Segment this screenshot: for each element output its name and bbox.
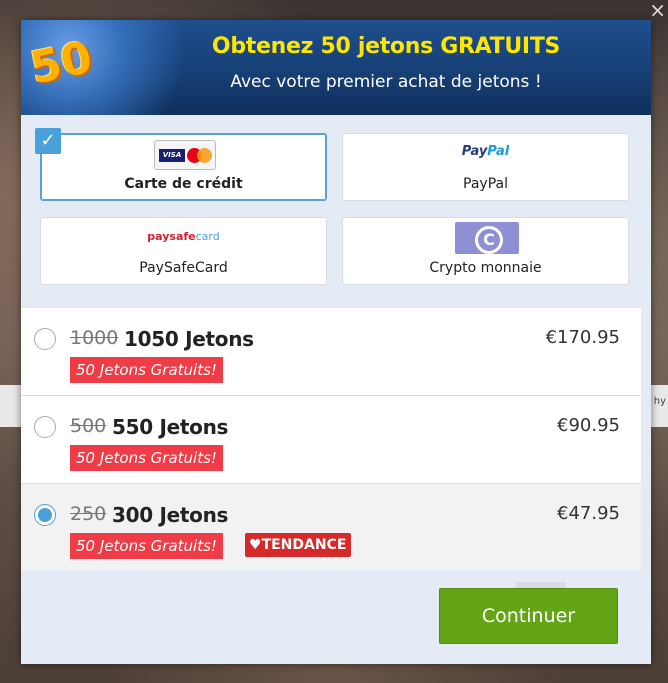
package-radio-selected[interactable]	[34, 504, 56, 526]
new-amount: 550 Jetons	[112, 415, 229, 439]
payment-method-crypto[interactable]: C Crypto monnaie	[342, 217, 629, 285]
payment-method-credit-card[interactable]: ✓ VISA Carte de crédit	[35, 128, 327, 201]
free-tokens-badge: 50 Jetons Gratuits!	[70, 445, 223, 471]
payment-method-paypal[interactable]: PayPal PayPal	[342, 133, 629, 201]
crypto-coin-glyph: C	[475, 226, 503, 254]
close-icon[interactable]: ×	[649, 0, 666, 22]
package-radio[interactable]	[34, 328, 56, 350]
mastercard-logo-right	[197, 148, 212, 163]
heart-icon: ♥	[249, 537, 262, 553]
old-amount: 250	[70, 503, 107, 525]
token-package-1050[interactable]: 1000 1050 Jetons €170.95 50 Jetons Gratu…	[21, 308, 641, 396]
trending-label: TENDANCE	[261, 537, 347, 553]
free-tokens-badge: 50 Jetons Gratuits!	[70, 533, 223, 559]
background-strip-left	[0, 385, 22, 427]
banner-subtitle: Avec votre premier achat de jetons !	[230, 72, 542, 92]
paysafecard-logo-part1: paysafe	[147, 230, 196, 243]
fifty-coin-text: 50	[26, 31, 97, 95]
token-package-550[interactable]: 500 550 Jetons €90.95 50 Jetons Gratuits…	[21, 396, 641, 484]
payment-method-label: PaySafeCard	[139, 260, 228, 276]
package-radio[interactable]	[34, 416, 56, 438]
package-price: €170.95	[545, 327, 620, 348]
free-tokens-badge: 50 Jetons Gratuits!	[70, 357, 223, 383]
background-text: hy	[653, 396, 666, 407]
credit-card-icon: VISA	[154, 140, 216, 170]
old-amount: 500	[70, 415, 107, 437]
modal-footer: Save Continuer	[21, 570, 651, 664]
paypal-logo-part1: Pay	[461, 144, 488, 159]
paypal-icon: PayPal	[343, 144, 628, 159]
trending-badge: ♥TENDANCE	[245, 533, 352, 557]
paysafecard-icon: paysafecard	[41, 230, 326, 243]
payment-method-label: Carte de crédit	[124, 176, 243, 192]
promo-banner: 50 Obtenez 50 jetons GRATUITS Avec votre…	[21, 20, 651, 115]
paypal-logo-part2: Pal	[487, 144, 510, 159]
package-price: €47.95	[557, 503, 620, 524]
payment-method-label: Crypto monnaie	[429, 260, 542, 276]
payment-methods: ✓ VISA Carte de crédit PayPal PayPal pay…	[35, 128, 632, 288]
payment-method-label: PayPal	[463, 176, 508, 192]
package-price: €90.95	[557, 415, 620, 436]
checkmark-icon: ✓	[35, 128, 61, 154]
banner-title: Obtenez 50 jetons GRATUITS	[211, 34, 561, 59]
paysafecard-logo-part2: card	[195, 230, 220, 243]
old-amount: 1000	[70, 327, 119, 349]
token-offer-modal: 50 Obtenez 50 jetons GRATUITS Avec votre…	[21, 20, 651, 664]
token-package-300[interactable]: 250 300 Jetons €47.95 50 Jetons Gratuits…	[21, 484, 641, 572]
payment-method-paysafecard[interactable]: paysafecard PaySafeCard	[40, 217, 327, 285]
crypto-icon: C	[455, 222, 519, 254]
visa-logo: VISA	[159, 149, 185, 162]
new-amount: 1050 Jetons	[124, 327, 254, 351]
new-amount: 300 Jetons	[112, 503, 229, 527]
continue-button[interactable]: Continuer	[439, 588, 618, 644]
